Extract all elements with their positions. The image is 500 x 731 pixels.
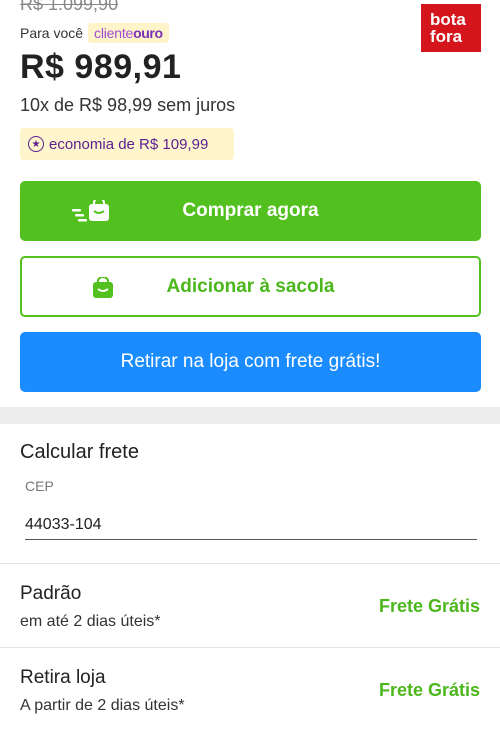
store-pickup-button[interactable]: Retirar na loja com frete grátis! [20, 332, 481, 392]
add-to-bag-button[interactable]: Adicionar à sacola [20, 256, 481, 317]
cep-input[interactable] [25, 510, 477, 540]
old-price: R$ 1.099,90 [20, 0, 119, 14]
add-to-bag-label: Adicionar à sacola [166, 275, 335, 297]
economy-badge: ★ economia de R$ 109,99 [20, 128, 234, 160]
badge-line2: fora [430, 27, 463, 46]
buy-now-button[interactable]: Comprar agora [20, 181, 481, 241]
shipping-option-name: Padrão [20, 583, 82, 604]
section-separator [0, 407, 500, 424]
store-pickup-label: Retirar na loja com frete grátis! [120, 351, 381, 372]
shipping-option-price: Frete Grátis [378, 680, 480, 700]
calculate-shipping-title: Calcular frete [20, 441, 139, 463]
cliente-text: cliente [94, 25, 134, 41]
fast-bag-icon [72, 200, 109, 222]
current-price: R$ 989,91 [20, 48, 182, 86]
cep-label: CEP [25, 478, 54, 494]
cliente-ouro-badge: clienteouro [88, 23, 169, 43]
para-voce-label: Para você [20, 25, 84, 41]
shipping-option-days: A partir de 2 dias úteis* [20, 697, 185, 714]
installments-text: 10x de R$ 98,99 sem juros [20, 95, 236, 115]
divider [0, 647, 500, 648]
economy-text: economia de R$ 109,99 [49, 135, 209, 153]
shipping-option-price: Frete Grátis [378, 596, 480, 616]
customer-offer: Para você clienteouro [20, 23, 169, 43]
star-circle-icon: ★ [28, 136, 44, 152]
ouro-text: ouro [133, 25, 163, 41]
bag-icon [93, 277, 113, 298]
divider [0, 563, 500, 564]
badge-line1: bota [430, 10, 466, 29]
shipping-option-name: Retira loja [20, 667, 106, 688]
shipping-option-days: em até 2 dias úteis* [20, 613, 161, 630]
bota-fora-badge: bota fora [421, 4, 481, 52]
buy-now-label: Comprar agora [182, 200, 319, 221]
